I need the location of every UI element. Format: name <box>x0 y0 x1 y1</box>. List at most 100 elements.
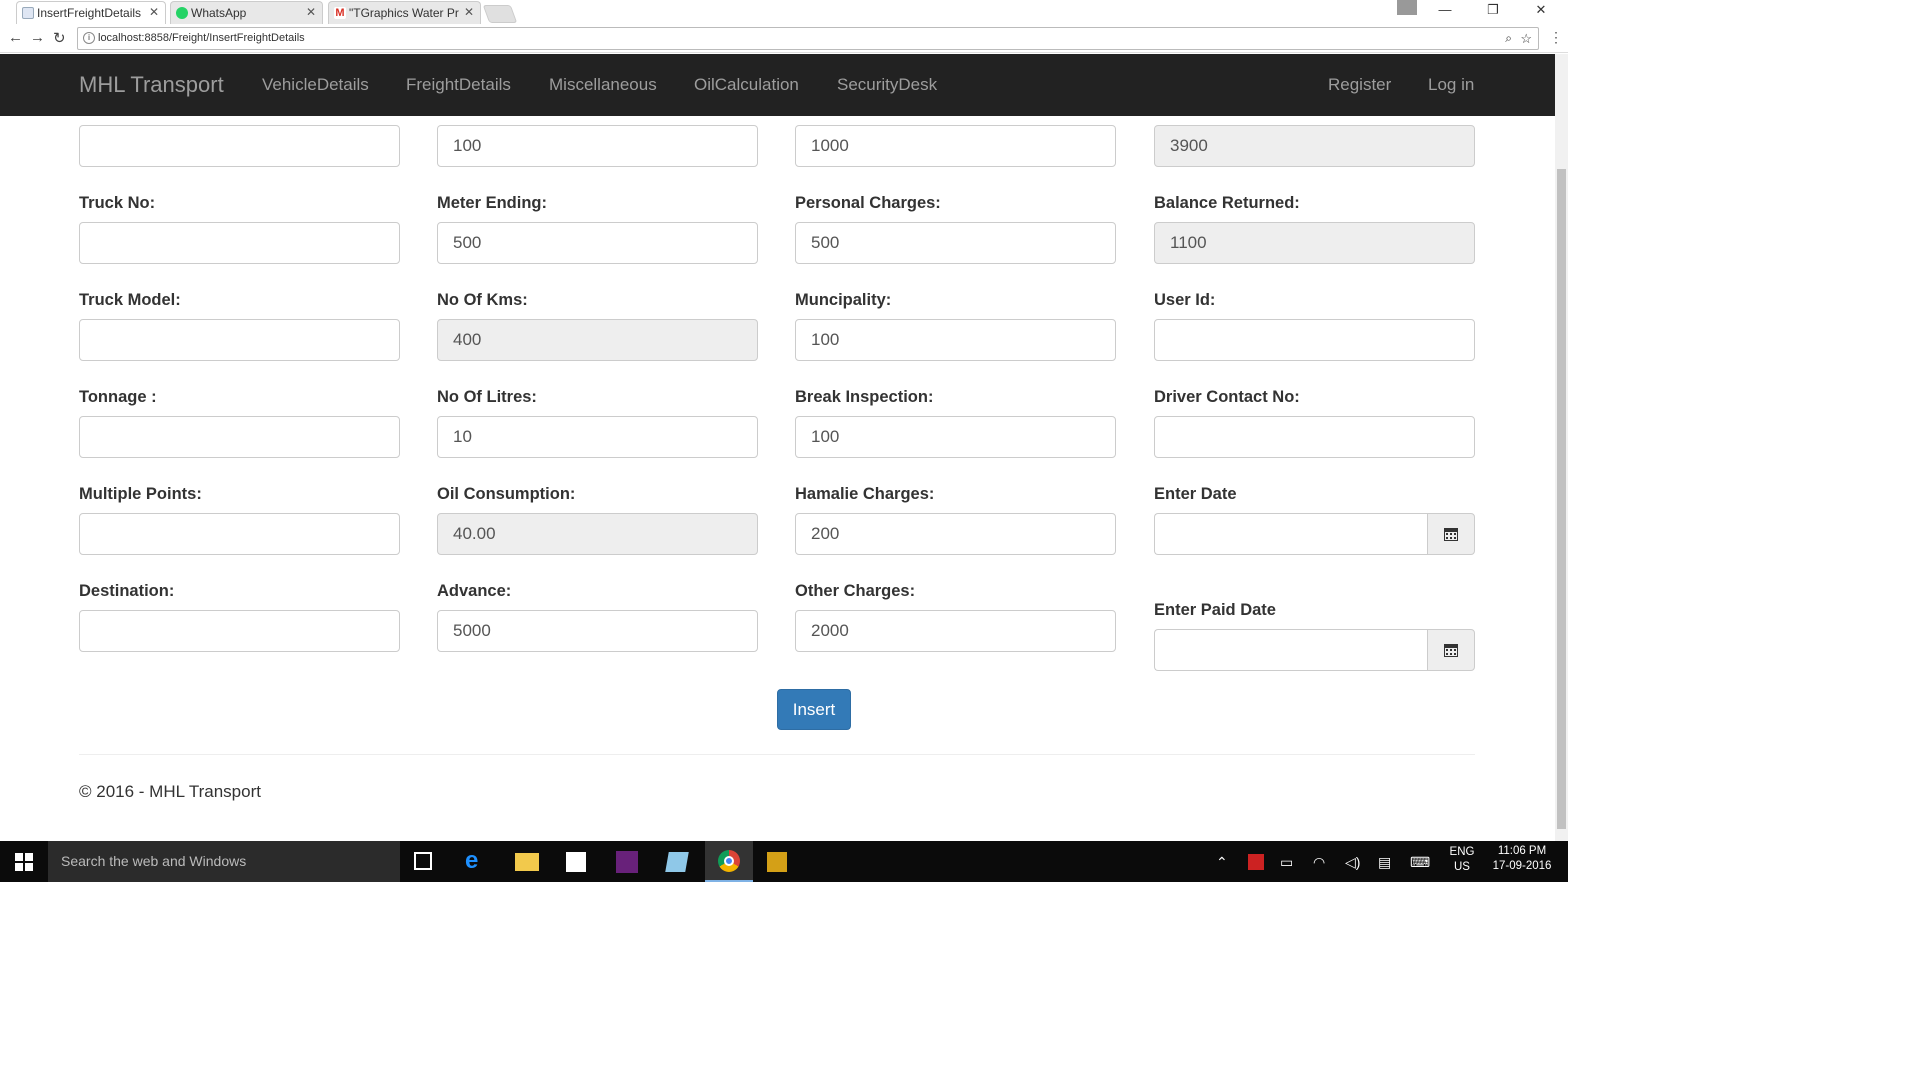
personal-charges-label: Personal Charges: <box>795 194 941 212</box>
profile-icon[interactable] <box>1397 0 1417 15</box>
truck-no-label: Truck No: <box>79 194 156 212</box>
tab-title: "TGraphics Water Pr <box>349 6 459 20</box>
app-icon[interactable] <box>665 852 689 872</box>
taskbar-search[interactable]: Search the web and Windows <box>48 841 400 882</box>
destination-label: Destination: <box>79 582 175 600</box>
task-view-icon[interactable] <box>414 852 432 870</box>
no-of-kms-input: 400 <box>437 319 758 361</box>
no-of-kms-label: No Of Kms: <box>437 291 528 309</box>
file-explorer-icon[interactable] <box>515 853 539 871</box>
tab-title: WhatsApp <box>191 6 247 20</box>
enter-date-input[interactable] <box>1154 513 1428 555</box>
back-icon[interactable]: ← <box>8 29 23 46</box>
no-of-litres-label: No Of Litres: <box>437 388 537 406</box>
info-icon[interactable]: i <box>83 32 95 44</box>
visual-studio-icon[interactable] <box>616 851 638 873</box>
zoom-icon[interactable]: ⌕ <box>1505 28 1512 49</box>
windows-logo-icon <box>15 852 33 871</box>
close-icon[interactable]: ✕ <box>464 5 474 19</box>
tab-whatsapp[interactable]: WhatsApp ✕ <box>170 1 323 24</box>
top-input-col2[interactable]: 100 <box>437 125 758 167</box>
truck-no-input[interactable] <box>79 222 400 264</box>
top-input-col3[interactable]: 1000 <box>795 125 1116 167</box>
close-icon[interactable]: ✕ <box>149 5 159 19</box>
reload-icon[interactable]: ↻ <box>53 29 66 47</box>
footer-text: © 2016 - MHL Transport <box>79 782 261 801</box>
enter-paid-date-group <box>1154 629 1475 671</box>
tray-app-icon[interactable] <box>1248 854 1264 870</box>
chrome-taskbar-button[interactable] <box>705 841 753 882</box>
calendar-icon[interactable] <box>1427 629 1475 671</box>
driver-contact-label: Driver Contact No: <box>1154 388 1300 406</box>
nav-freight-details[interactable]: FreightDetails <box>406 75 511 95</box>
user-id-label: User Id: <box>1154 291 1216 309</box>
nav-oil-calculation[interactable]: OilCalculation <box>694 75 799 95</box>
restore-icon[interactable]: ❐ <box>1478 2 1508 18</box>
brand-link[interactable]: MHL Transport <box>79 72 224 98</box>
advance-input[interactable]: 5000 <box>437 610 758 652</box>
clock[interactable]: 11:06 PM 17-09-2016 <box>1484 845 1560 872</box>
chrome-icon <box>718 850 740 872</box>
oil-consumption-label: Oil Consumption: <box>437 485 576 503</box>
driver-contact-input[interactable] <box>1154 416 1475 458</box>
forward-icon[interactable]: → <box>30 29 45 46</box>
footer-divider <box>79 754 1475 755</box>
other-charges-input[interactable]: 2000 <box>795 610 1116 652</box>
menu-icon[interactable]: ⋮ <box>1549 29 1563 46</box>
truck-model-input[interactable] <box>79 319 400 361</box>
muncipality-label: Muncipality: <box>795 291 892 309</box>
top-input-col4: 3900 <box>1154 125 1475 167</box>
balance-returned-label: Balance Returned: <box>1154 194 1300 212</box>
minimize-icon[interactable]: — <box>1430 2 1460 17</box>
nav-log-in[interactable]: Log in <box>1428 75 1474 95</box>
meter-ending-input[interactable]: 500 <box>437 222 758 264</box>
tab-gmail[interactable]: M "TGraphics Water Pr ✕ <box>328 1 481 24</box>
nav-security-desk[interactable]: SecurityDesk <box>837 75 937 95</box>
volume-icon[interactable]: ◁) <box>1345 854 1360 871</box>
nav-vehicle-details[interactable]: VehicleDetails <box>262 75 369 95</box>
clock-time: 11:06 PM <box>1497 845 1547 857</box>
muncipality-input[interactable]: 100 <box>795 319 1116 361</box>
break-inspection-input[interactable]: 100 <box>795 416 1116 458</box>
page-scrollbar[interactable] <box>1555 54 1568 841</box>
tonnage-input[interactable] <box>79 416 400 458</box>
insert-button[interactable]: Insert <box>777 689 851 730</box>
url-bar[interactable]: i localhost:8858/Freight/InsertFreightDe… <box>77 27 1539 50</box>
close-icon[interactable]: ✕ <box>306 5 316 19</box>
star-icon[interactable]: ☆ <box>1520 28 1532 49</box>
hamalie-charges-input[interactable]: 200 <box>795 513 1116 555</box>
enter-date-group <box>1154 513 1475 555</box>
edge-icon[interactable]: e <box>465 849 489 873</box>
notifications-icon[interactable]: ▤ <box>1378 854 1391 871</box>
calendar-icon[interactable] <box>1427 513 1475 555</box>
tools-icon[interactable] <box>767 852 787 872</box>
start-button[interactable] <box>0 841 48 882</box>
language-code: ENG <box>1449 846 1475 858</box>
personal-charges-input[interactable]: 500 <box>795 222 1116 264</box>
wifi-icon[interactable]: ◠ <box>1313 854 1325 871</box>
enter-paid-date-input[interactable] <box>1154 629 1428 671</box>
other-charges-label: Other Charges: <box>795 582 916 600</box>
top-input-col1[interactable] <box>79 125 400 167</box>
chevron-up-icon[interactable]: ⌃ <box>1216 854 1228 871</box>
nav-miscellaneous[interactable]: Miscellaneous <box>549 75 657 95</box>
store-icon[interactable] <box>566 852 586 872</box>
user-id-input[interactable] <box>1154 319 1475 361</box>
nav-register[interactable]: Register <box>1328 75 1391 95</box>
language-indicator[interactable]: ENG US <box>1446 846 1478 873</box>
destination-input[interactable] <box>79 610 400 652</box>
keyboard-icon[interactable]: ⌨ <box>1410 854 1430 871</box>
new-tab-button[interactable] <box>482 5 518 23</box>
tab-insert-freight-details[interactable]: InsertFreightDetails ✕ <box>16 1 166 24</box>
tonnage-label: Tonnage : <box>79 388 157 406</box>
tab-title: InsertFreightDetails <box>37 6 142 20</box>
no-of-litres-input[interactable]: 10 <box>437 416 758 458</box>
battery-icon[interactable]: ▭ <box>1280 854 1293 871</box>
multiple-points-input[interactable] <box>79 513 400 555</box>
close-window-icon[interactable]: ✕ <box>1526 2 1556 18</box>
url-text: localhost:8858/Freight/InsertFreightDeta… <box>98 32 305 44</box>
scrollbar-thumb[interactable] <box>1557 169 1566 829</box>
hamalie-charges-label: Hamalie Charges: <box>795 485 935 503</box>
site-navbar: MHL Transport VehicleDetails FreightDeta… <box>0 54 1555 116</box>
enter-date-label: Enter Date <box>1154 485 1237 503</box>
